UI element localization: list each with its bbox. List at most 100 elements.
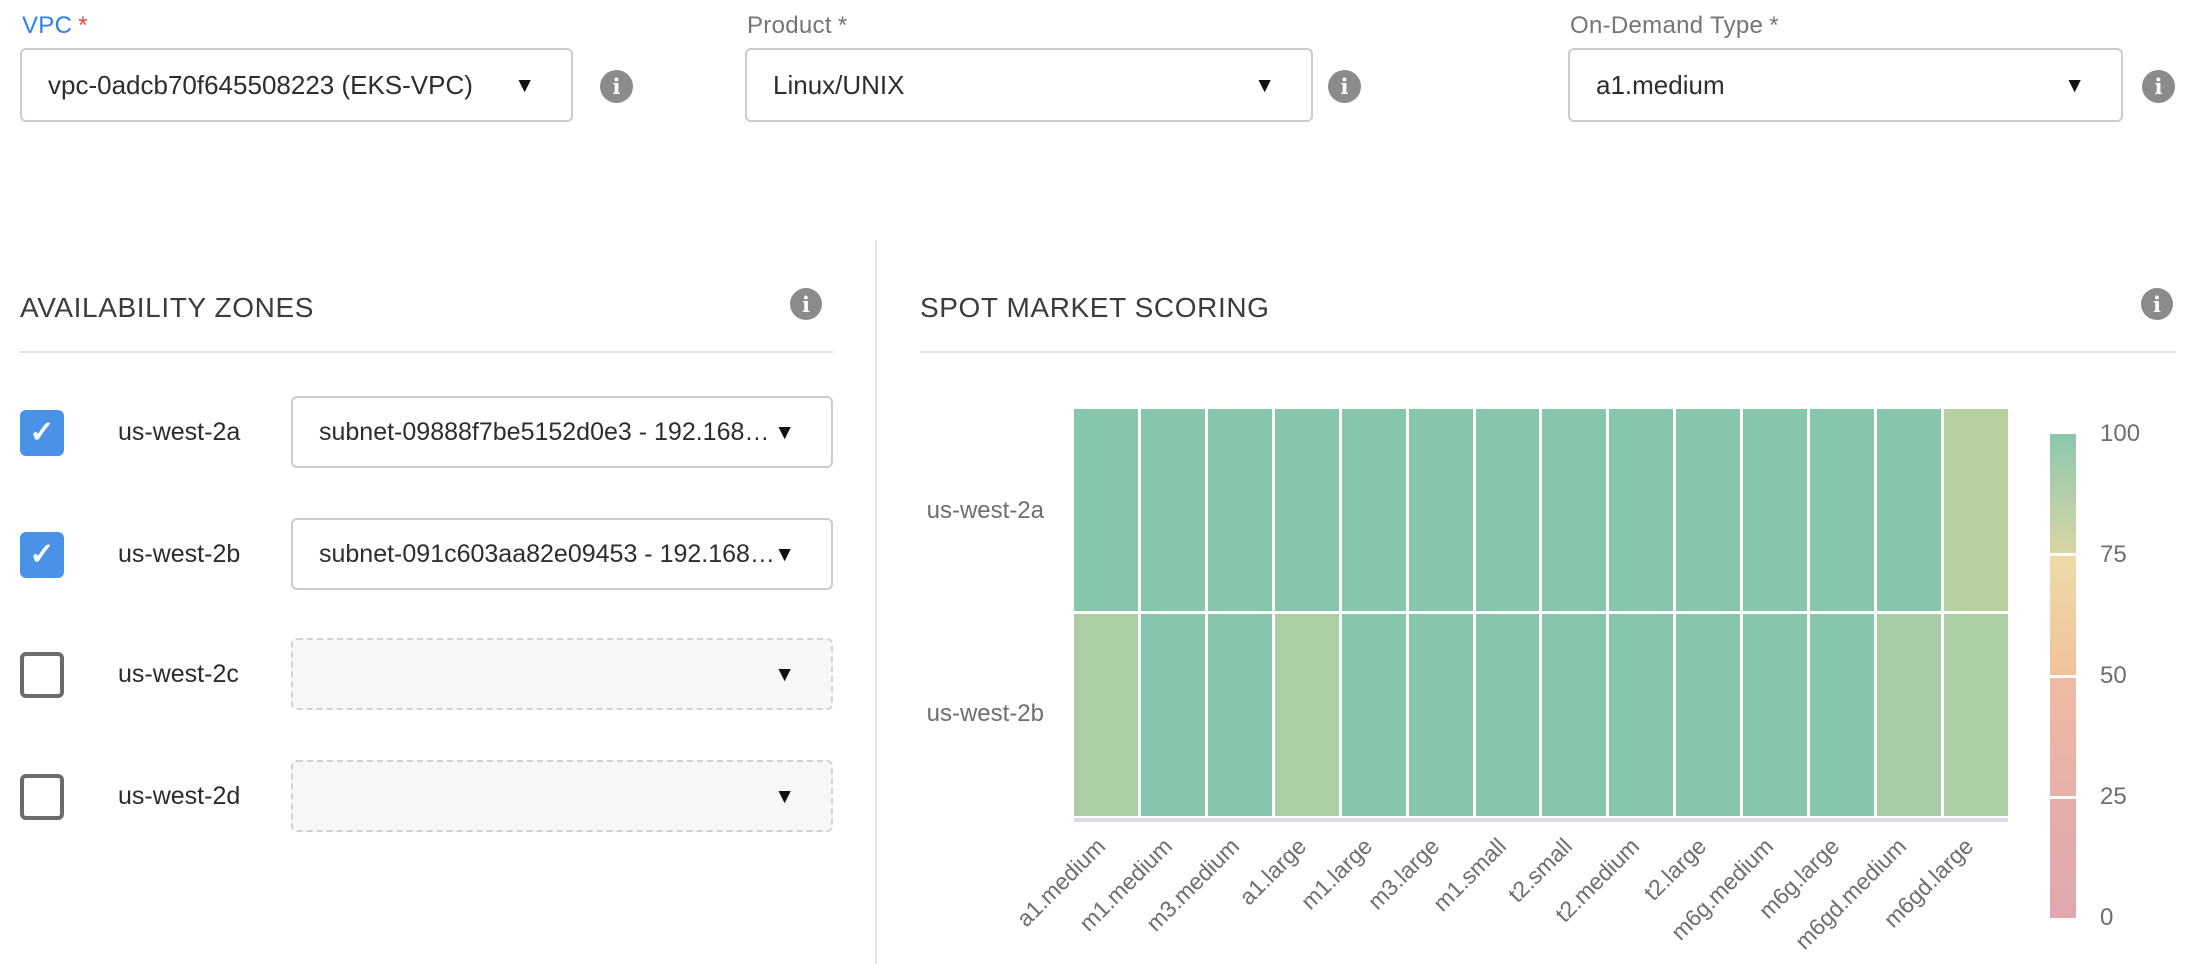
colorbar-segment: [2050, 556, 2076, 675]
check-icon: ✓: [29, 418, 54, 448]
heatmap-cell: [1074, 614, 1138, 816]
vpc-field: VPC* vpc-0adcb70f645508223 (EKS-VPC) ▼ i: [20, 10, 680, 140]
vpc-label: VPC*: [22, 12, 88, 40]
heatmap-cell: [1342, 409, 1406, 611]
info-icon[interactable]: i: [2141, 288, 2173, 320]
heatmap-cell: [1275, 409, 1339, 611]
panel-divider: [875, 240, 877, 964]
on-demand-type-select[interactable]: a1.medium ▼: [1568, 48, 2123, 122]
subnet-select-us-west-2d[interactable]: ▼: [291, 760, 833, 832]
availability-zones-title: AVAILABILITY ZONES: [20, 292, 314, 324]
heatmap-cell: [1542, 409, 1606, 611]
section-divider: [920, 351, 2176, 353]
spot-instance-config-page: VPC* vpc-0adcb70f645508223 (EKS-VPC) ▼ i…: [0, 0, 2196, 964]
heatmap-cell: [1409, 409, 1473, 611]
heatmap-cell: [1342, 614, 1406, 816]
vpc-select[interactable]: vpc-0adcb70f645508223 (EKS-VPC) ▼: [20, 48, 573, 122]
info-icon[interactable]: i: [790, 288, 822, 320]
heatmap-cell: [1476, 614, 1540, 816]
heatmap-cell: [1208, 409, 1272, 611]
info-icon-glyph: i: [2153, 292, 2161, 317]
az-checkbox-us-west-2a[interactable]: ✓: [20, 410, 64, 456]
chevron-down-icon: ▼: [774, 664, 831, 685]
heatmap-cell: [1476, 409, 1540, 611]
heatmap-cell: [1743, 409, 1807, 611]
subnet-select-us-west-2c[interactable]: ▼: [291, 638, 833, 710]
az-zone-label: us-west-2d: [118, 782, 240, 811]
section-divider: [20, 351, 833, 353]
product-label-text: Product: [747, 12, 832, 39]
colorbar-segment: [2050, 799, 2076, 918]
az-row-us-west-2c: ✓ us-west-2c ▼: [20, 638, 835, 712]
required-marker: *: [1769, 12, 1779, 39]
required-marker: *: [78, 12, 88, 39]
on-demand-type-label: On-Demand Type*: [1570, 12, 1779, 40]
colorbar-legend: [2050, 434, 2076, 918]
az-checkbox-us-west-2d[interactable]: ✓: [20, 774, 64, 820]
check-icon: ✓: [29, 540, 54, 570]
colorbar-tick-label: 50: [2100, 662, 2180, 690]
required-marker: *: [838, 12, 848, 39]
heatmap-cell: [1877, 614, 1941, 816]
chevron-down-icon: ▼: [514, 75, 571, 96]
heatmap-baseline: [1074, 818, 2008, 822]
info-icon-glyph: i: [613, 74, 621, 99]
az-checkbox-us-west-2c[interactable]: ✓: [20, 652, 64, 698]
heatmap-cell: [1141, 614, 1205, 816]
spot-market-scoring-title: SPOT MARKET SCORING: [920, 292, 1270, 324]
heatmap-cell: [1944, 409, 2008, 611]
heatmap-cell: [1676, 614, 1740, 816]
subnet-select-us-west-2b[interactable]: subnet-091c603aa82e09453 - 192.168… ▼: [291, 518, 833, 590]
chevron-down-icon: ▼: [774, 544, 831, 565]
az-row-us-west-2d: ✓ us-west-2d ▼: [20, 760, 835, 834]
colorbar-tick-label: 0: [2100, 904, 2180, 932]
az-row-us-west-2b: ✓ us-west-2b subnet-091c603aa82e09453 - …: [20, 518, 835, 592]
on-demand-type-label-text: On-Demand Type: [1570, 12, 1763, 39]
heatmap-cell: [1676, 409, 1740, 611]
subnet-select-value: subnet-09888f7be5152d0e3 - 192.168…: [293, 418, 774, 447]
az-zone-label: us-west-2a: [118, 418, 240, 447]
info-icon-glyph: i: [1341, 74, 1349, 99]
product-select[interactable]: Linux/UNIX ▼: [745, 48, 1313, 122]
heatmap-cell: [1141, 409, 1205, 611]
heatmap-cell: [1208, 614, 1272, 816]
subnet-select-us-west-2a[interactable]: subnet-09888f7be5152d0e3 - 192.168… ▼: [291, 396, 833, 468]
heatmap-column-label: a1.medium: [937, 833, 1111, 964]
heatmap-row-label: us-west-2b: [850, 700, 1044, 728]
product-label: Product*: [747, 12, 847, 40]
heatmap-grid: [1074, 409, 2008, 816]
heatmap-row-label: us-west-2a: [850, 497, 1044, 525]
heatmap-cell: [1542, 614, 1606, 816]
heatmap-cell: [1810, 409, 1874, 611]
heatmap-cell: [1409, 614, 1473, 816]
heatmap-cell: [1609, 614, 1673, 816]
chevron-down-icon: ▼: [1254, 75, 1311, 96]
heatmap-cell: [1877, 409, 1941, 611]
on-demand-type-field: On-Demand Type* a1.medium ▼ i: [1568, 10, 2196, 140]
heatmap-cell: [1275, 614, 1339, 816]
heatmap-cell: [1944, 614, 2008, 816]
on-demand-type-select-value: a1.medium: [1570, 70, 2064, 101]
heatmap-cell: [1609, 409, 1673, 611]
heatmap-cell: [1810, 614, 1874, 816]
subnet-select-value: subnet-091c603aa82e09453 - 192.168…: [293, 540, 774, 569]
heatmap-cell: [1743, 614, 1807, 816]
az-checkbox-us-west-2b[interactable]: ✓: [20, 532, 64, 578]
chevron-down-icon: ▼: [774, 422, 831, 443]
vpc-label-text: VPC: [22, 12, 72, 39]
info-icon[interactable]: i: [2142, 70, 2175, 103]
chevron-down-icon: ▼: [2064, 75, 2121, 96]
az-row-us-west-2a: ✓ us-west-2a subnet-09888f7be5152d0e3 - …: [20, 396, 835, 470]
info-icon[interactable]: i: [1328, 70, 1361, 103]
colorbar-segment: [2050, 678, 2076, 797]
colorbar-segment: [2050, 434, 2076, 553]
colorbar-tick-label: 75: [2100, 541, 2180, 569]
info-icon-glyph: i: [802, 292, 810, 317]
product-field: Product* Linux/UNIX ▼ i: [745, 10, 1405, 140]
info-icon[interactable]: i: [600, 70, 633, 103]
chevron-down-icon: ▼: [774, 786, 831, 807]
vpc-select-value: vpc-0adcb70f645508223 (EKS-VPC): [22, 70, 514, 101]
az-zone-label: us-west-2c: [118, 660, 239, 689]
colorbar-tick-label: 100: [2100, 420, 2180, 448]
product-select-value: Linux/UNIX: [747, 70, 1254, 101]
